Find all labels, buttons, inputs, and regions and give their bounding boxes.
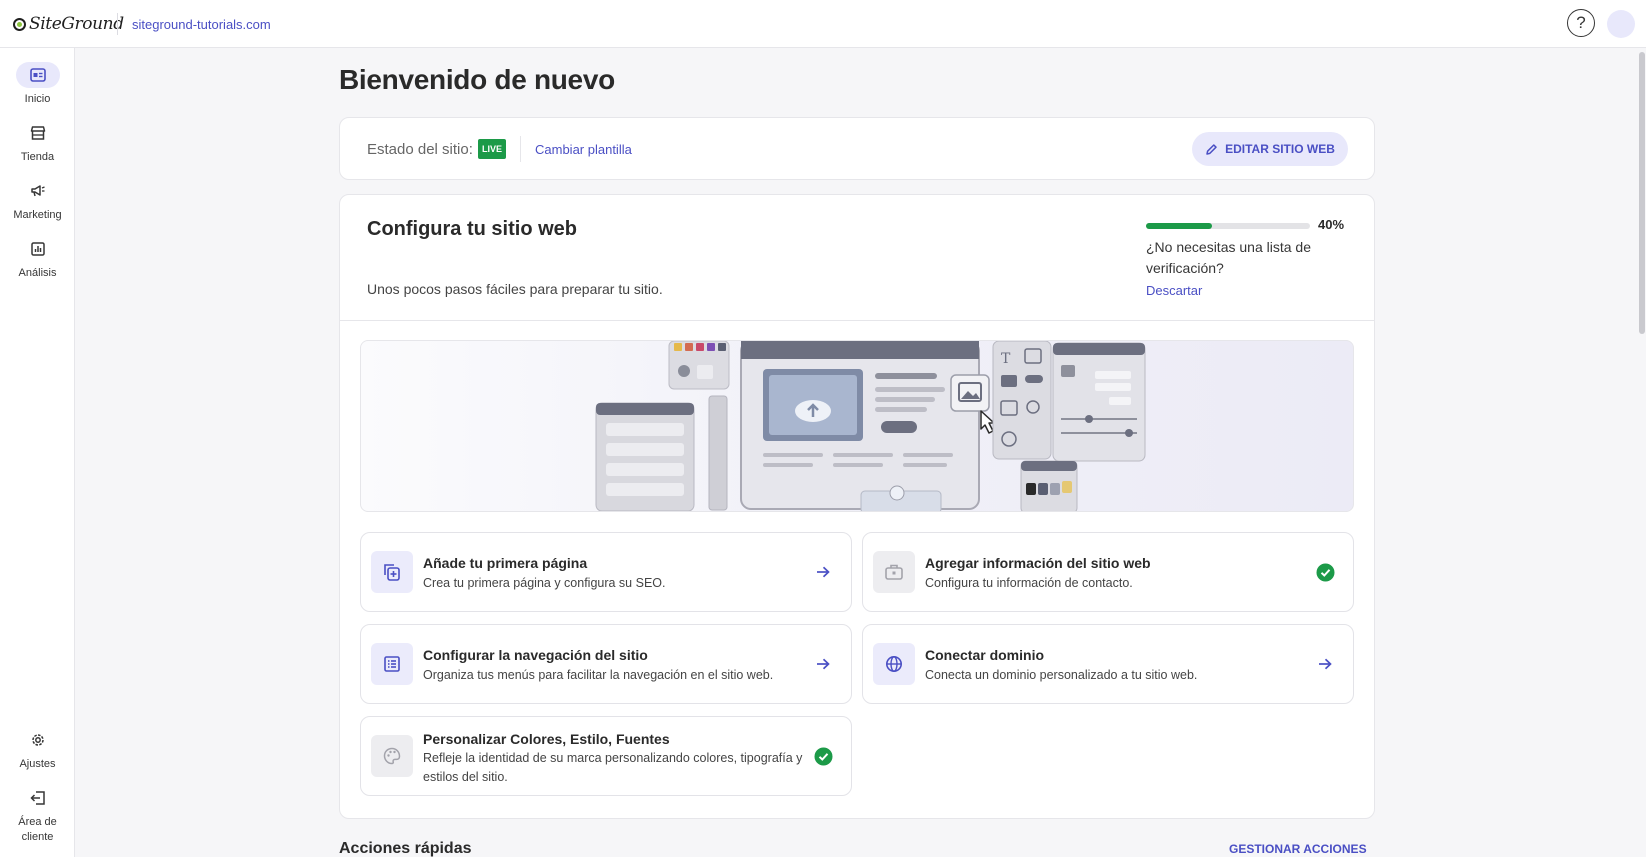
- page-title: Bienvenido de nuevo: [339, 64, 615, 95]
- setup-card: Configura tu sitio web Unos pocos pasos …: [339, 194, 1375, 819]
- topbar-divider: [117, 13, 118, 35]
- setup-progress-bar: [1146, 223, 1310, 229]
- change-template-link[interactable]: Cambiar plantilla: [535, 142, 632, 157]
- arrow-right-icon[interactable]: [813, 562, 833, 582]
- task-description: Crea tu primera página y configura su SE…: [423, 576, 666, 590]
- edit-site-label: EDITAR SITIO WEB: [1225, 142, 1335, 156]
- checklist-question: ¿No necesitas una lista de verificación?: [1146, 239, 1311, 276]
- megaphone-icon: [16, 178, 60, 204]
- logout-icon: [16, 785, 60, 811]
- task-description: Conecta un dominio personalizado a tu si…: [925, 668, 1198, 682]
- setup-subtitle: Unos pocos pasos fáciles para preparar t…: [367, 281, 663, 297]
- sidebar-item-inicio[interactable]: Inicio: [0, 62, 75, 107]
- sidebar-item-marketing[interactable]: Marketing: [0, 178, 75, 223]
- task-title: Agregar información del sitio web: [925, 555, 1151, 571]
- top-bar: SiteGround siteground-tutorials.com ?: [0, 0, 1646, 48]
- dashboard-icon: [15, 62, 60, 88]
- arrow-right-icon[interactable]: [1315, 654, 1335, 674]
- task-add-first-page[interactable]: Añade tu primera página Crea tu primera …: [360, 532, 852, 612]
- store-icon: [16, 120, 60, 146]
- check-circle-icon: [1315, 562, 1335, 582]
- manage-actions-link[interactable]: GESTIONAR ACCIONES: [1229, 842, 1367, 856]
- sidebar-item-label: Área de cliente: [18, 816, 57, 843]
- status-badge: LIVE: [478, 139, 507, 159]
- quick-actions-title: Acciones rápidas: [339, 840, 472, 857]
- siteground-logo[interactable]: SiteGround: [13, 13, 124, 35]
- task-configure-navigation[interactable]: Configurar la navegación del sitio Organ…: [360, 624, 852, 704]
- briefcase-icon: [873, 551, 915, 593]
- website-builder-illustration: T: [360, 340, 1354, 512]
- sidebar: Inicio Tienda Marketing Análisis Ajustes…: [0, 48, 75, 857]
- edit-site-button[interactable]: EDITAR SITIO WEB: [1192, 132, 1348, 166]
- task-title: Configurar la navegación del sitio: [423, 647, 648, 663]
- pencil-icon: [1206, 143, 1217, 155]
- add-page-icon: [371, 551, 413, 593]
- task-description: Configura tu información de contacto.: [925, 576, 1133, 590]
- svg-text:T: T: [1001, 351, 1011, 367]
- builder-illustration-graphic: T: [595, 341, 1146, 511]
- sidebar-item-analisis[interactable]: Análisis: [0, 236, 75, 281]
- site-status-label: Estado del sitio:: [367, 141, 473, 158]
- sidebar-item-ajustes[interactable]: Ajustes: [0, 727, 75, 772]
- arrow-right-icon[interactable]: [813, 654, 833, 674]
- task-description: Organiza tus menús para facilitar la nav…: [423, 668, 774, 682]
- globe-icon: [873, 643, 915, 685]
- task-title: Conectar dominio: [925, 647, 1045, 663]
- list-icon: [371, 643, 413, 685]
- chart-icon: [16, 236, 60, 262]
- gear-icon: [16, 727, 60, 753]
- dismiss-checklist-link[interactable]: Descartar: [1146, 283, 1202, 298]
- task-add-site-info[interactable]: Agregar información del sitio web Config…: [862, 532, 1354, 612]
- setup-divider: [340, 320, 1374, 321]
- help-button[interactable]: ?: [1567, 9, 1595, 37]
- palette-icon: [371, 735, 413, 777]
- status-divider: [520, 136, 521, 162]
- help-icon: ?: [1576, 13, 1586, 32]
- task-connect-domain[interactable]: Conectar dominio Conecta un dominio pers…: [862, 624, 1354, 704]
- site-status-card: Estado del sitio: LIVE Cambiar plantilla…: [339, 117, 1375, 180]
- site-url-link[interactable]: siteground-tutorials.com: [132, 17, 271, 32]
- logo-mark-icon: [13, 17, 26, 31]
- task-description: Refleje la identidad de su marca persona…: [423, 751, 803, 784]
- setup-progress-percent: 40%: [1318, 217, 1345, 232]
- sidebar-item-area-cliente[interactable]: Área de cliente: [0, 785, 75, 845]
- sidebar-item-label: Análisis: [18, 267, 57, 279]
- setup-title: Configura tu sitio web: [367, 218, 577, 240]
- avatar[interactable]: [1607, 10, 1635, 38]
- sidebar-item-tienda[interactable]: Tienda: [0, 120, 75, 165]
- scrollbar-thumb[interactable]: [1639, 52, 1645, 334]
- task-title: Añade tu primera página: [423, 555, 588, 571]
- logo-text: SiteGround: [29, 14, 124, 34]
- sidebar-item-label: Tienda: [20, 151, 55, 163]
- setup-progress-fill: [1146, 223, 1212, 229]
- task-title: Personalizar Colores, Estilo, Fuentes: [423, 731, 670, 747]
- sidebar-item-label: Inicio: [24, 93, 51, 105]
- task-customize-styles[interactable]: Personalizar Colores, Estilo, Fuentes Re…: [360, 716, 852, 796]
- sidebar-item-label: Ajustes: [19, 758, 56, 770]
- check-circle-icon: [813, 746, 833, 766]
- sidebar-item-label: Marketing: [13, 209, 62, 221]
